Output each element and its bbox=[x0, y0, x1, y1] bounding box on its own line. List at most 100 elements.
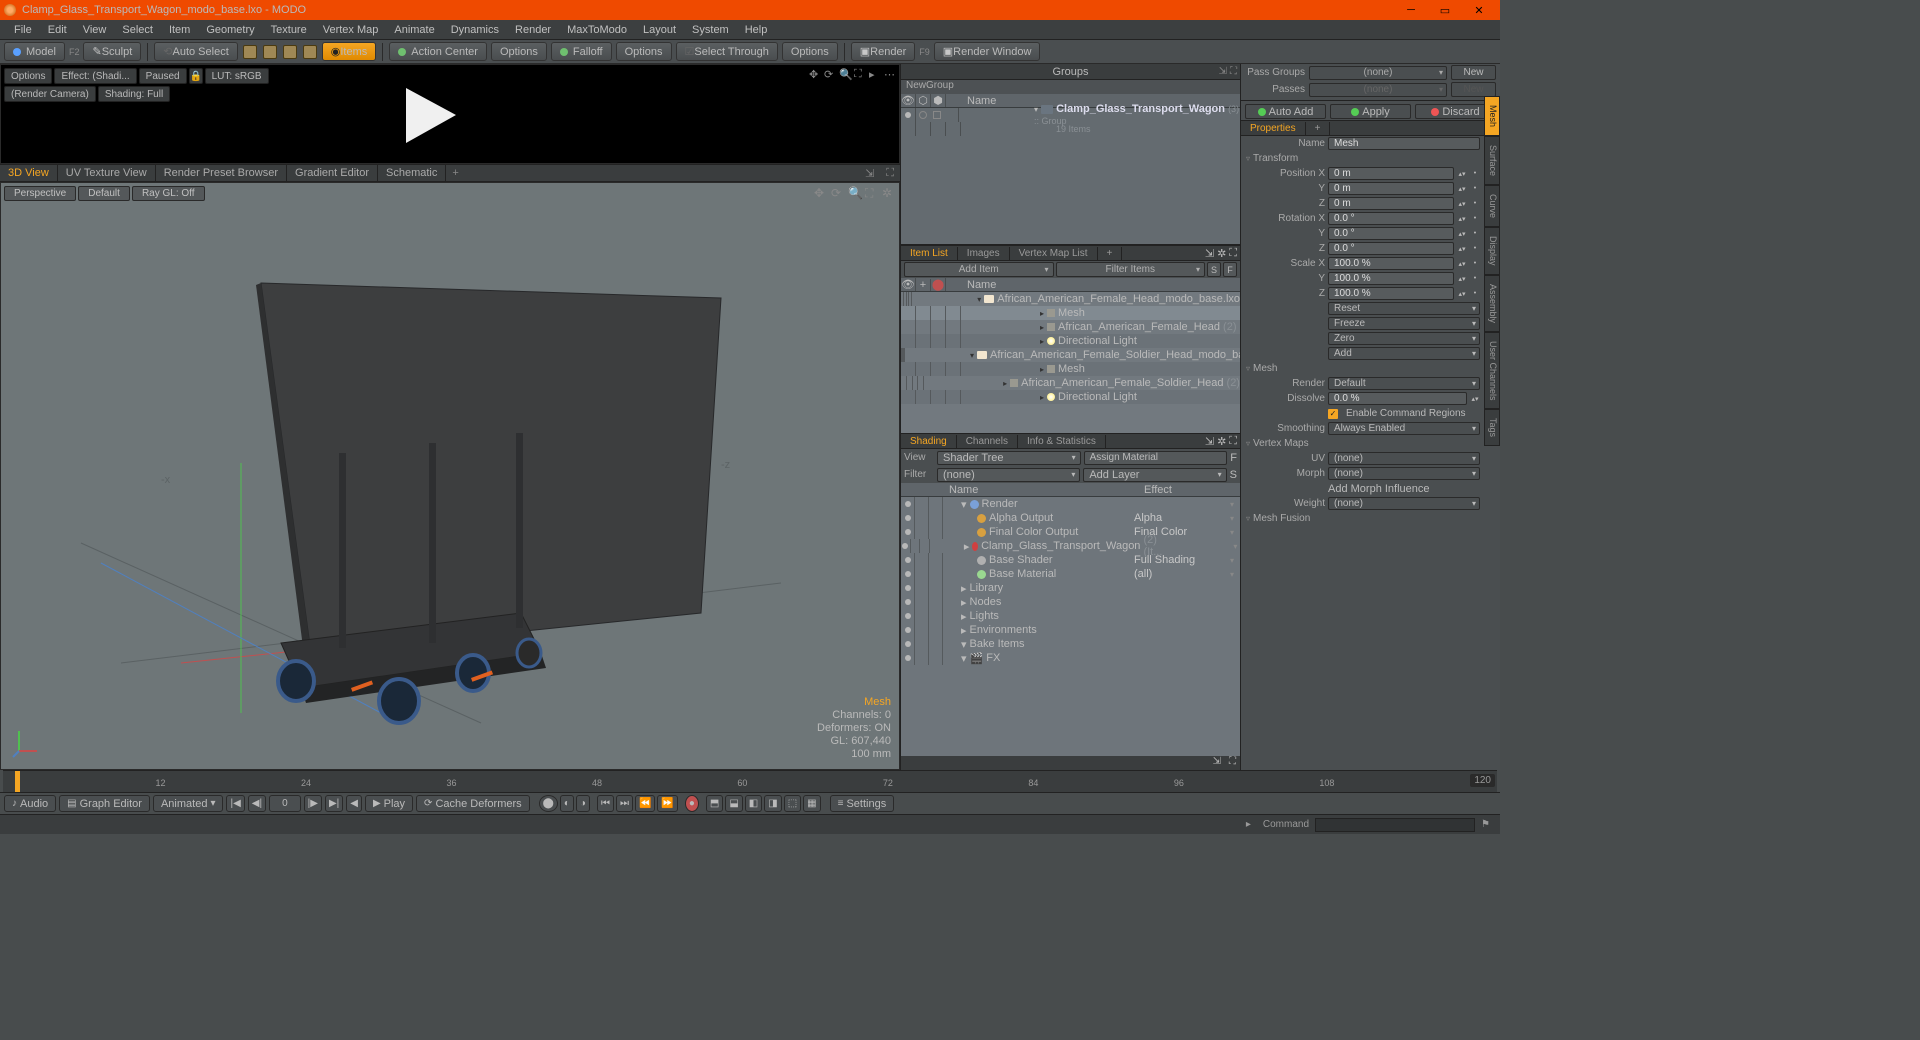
vert-mode-icon[interactable] bbox=[243, 45, 257, 59]
apply-button[interactable]: Apply bbox=[1330, 104, 1411, 119]
rotate-icon[interactable]: ⟳ bbox=[824, 68, 836, 80]
filter-dropdown[interactable]: Filter Items bbox=[1056, 262, 1206, 277]
menu-texture[interactable]: Texture bbox=[263, 24, 315, 36]
menu-maxtomodo[interactable]: MaxToModo bbox=[559, 24, 635, 36]
addlayer-dropdown[interactable]: Add Layer▾ bbox=[1083, 468, 1226, 482]
search-icon[interactable]: S bbox=[1207, 262, 1221, 277]
search-icon[interactable]: S bbox=[1230, 469, 1237, 481]
menu-animate[interactable]: Animate bbox=[386, 24, 442, 36]
menu-edit[interactable]: Edit bbox=[40, 24, 75, 36]
smoothing-dropdown[interactable]: Always Enabled bbox=[1328, 422, 1480, 435]
menu-geometry[interactable]: Geometry bbox=[198, 24, 262, 36]
add-tab-icon[interactable]: + bbox=[446, 167, 464, 179]
vertexmaps-section[interactable]: Vertex Maps bbox=[1241, 436, 1484, 451]
pan-icon[interactable]: ✥ bbox=[809, 68, 821, 80]
eye-icon[interactable] bbox=[905, 599, 911, 605]
transform-section[interactable]: Transform bbox=[1241, 151, 1484, 166]
sidetab-curve[interactable]: Curve bbox=[1484, 185, 1500, 227]
options3-button[interactable]: Options bbox=[782, 42, 838, 61]
eye-icon[interactable] bbox=[905, 655, 911, 661]
chevron-icon[interactable]: ▸ bbox=[1003, 379, 1007, 388]
eye-icon[interactable] bbox=[905, 529, 911, 535]
menu-vertexmap[interactable]: Vertex Map bbox=[315, 24, 387, 36]
key3-icon[interactable]: ◑ bbox=[576, 795, 590, 812]
addmorph-button[interactable]: Add Morph Influence bbox=[1328, 483, 1430, 495]
maximize-button[interactable]: ▭ bbox=[1428, 1, 1462, 19]
itemlist-row[interactable]: ▸ Mesh bbox=[901, 362, 1240, 376]
playrev-button[interactable]: ◀ bbox=[346, 795, 362, 812]
more-icon[interactable]: ⋯ bbox=[884, 68, 896, 80]
shader-row[interactable]: ▸ Nodes bbox=[901, 595, 1240, 609]
collapse-icon[interactable]: ⇲ bbox=[1205, 247, 1214, 260]
uv-dropdown[interactable]: (none) bbox=[1328, 452, 1480, 465]
scaley-input[interactable]: 100.0 % bbox=[1328, 272, 1454, 285]
menu-layout[interactable]: Layout bbox=[635, 24, 684, 36]
sidetab-surface[interactable]: Surface bbox=[1484, 136, 1500, 185]
additem-dropdown[interactable]: Add Item bbox=[904, 262, 1054, 277]
new-button[interactable]: New bbox=[1451, 65, 1496, 80]
itemlist-row[interactable]: ▸ African_American_Female_Soldier_Head (… bbox=[901, 376, 1240, 390]
maximize-icon[interactable]: ⛶ bbox=[854, 68, 866, 80]
menu-system[interactable]: System bbox=[684, 24, 737, 36]
tab-renderpreset[interactable]: Render Preset Browser bbox=[156, 165, 287, 181]
preview-camera[interactable]: (Render Camera) bbox=[4, 86, 96, 102]
itemlist-row[interactable]: ▾ African_American_Female_Soldier_Head_m… bbox=[901, 348, 1240, 362]
eye-icon[interactable] bbox=[905, 515, 911, 521]
tab-schematic[interactable]: Schematic bbox=[378, 165, 446, 181]
zero-dropdown[interactable]: Zero bbox=[1328, 332, 1480, 345]
preview-effect[interactable]: Effect: (Shadi... bbox=[54, 68, 136, 84]
minimize-button[interactable]: ─ bbox=[1394, 1, 1428, 19]
chevron-icon[interactable]: ▸ bbox=[961, 582, 967, 595]
reset-dropdown[interactable]: Reset bbox=[1328, 302, 1480, 315]
freeze-dropdown[interactable]: Freeze bbox=[1328, 317, 1480, 330]
tab-vertexmaplist[interactable]: Vertex Map List bbox=[1010, 247, 1098, 260]
expand-icon[interactable]: ⛶ bbox=[1230, 66, 1237, 77]
eye-icon[interactable] bbox=[905, 641, 911, 647]
rotx-input[interactable]: 0.0 ° bbox=[1328, 212, 1454, 225]
menu-render[interactable]: Render bbox=[507, 24, 559, 36]
newgroup-button[interactable]: NewGroup bbox=[901, 80, 1240, 94]
spinner-icon[interactable]: ▴▾ bbox=[1457, 167, 1467, 180]
posz-input[interactable]: 0 m bbox=[1328, 197, 1454, 210]
scalez-input[interactable]: 100.0 % bbox=[1328, 287, 1454, 300]
gear-icon[interactable]: ✲ bbox=[1217, 435, 1226, 448]
shadertree-dropdown[interactable]: Shader Tree▾ bbox=[937, 451, 1081, 465]
options1-button[interactable]: Options bbox=[491, 42, 547, 61]
frame-field[interactable]: 0 bbox=[269, 795, 301, 812]
skip4-icon[interactable]: ⏩ bbox=[657, 795, 677, 812]
skip2-icon[interactable]: ⏭ bbox=[616, 795, 633, 812]
eye-icon[interactable] bbox=[905, 557, 911, 563]
chevron-icon[interactable]: ▸ bbox=[1040, 323, 1044, 332]
menu-file[interactable]: File bbox=[6, 24, 40, 36]
filter-f-icon[interactable]: F bbox=[1230, 452, 1237, 464]
render-dropdown[interactable]: Default bbox=[1328, 377, 1480, 390]
itemlist-row[interactable]: ▸ Mesh bbox=[901, 306, 1240, 320]
mesh-section[interactable]: Mesh bbox=[1241, 361, 1484, 376]
shader-row[interactable]: ▾ Render▾ bbox=[901, 497, 1240, 511]
expand-icon[interactable]: ⛶ bbox=[1229, 247, 1237, 260]
play-icon[interactable] bbox=[401, 88, 461, 143]
shader-row[interactable]: ▾ Bake Items bbox=[901, 637, 1240, 651]
lock-icon[interactable]: 🔒 bbox=[189, 68, 203, 84]
eye-icon[interactable] bbox=[905, 501, 911, 507]
tab-3dview[interactable]: 3D View bbox=[0, 165, 58, 181]
chevron-icon[interactable]: ▾ bbox=[977, 295, 981, 304]
model-button[interactable]: Model bbox=[4, 42, 65, 61]
selectthrough-button[interactable]: ☑ Select Through bbox=[676, 42, 778, 61]
roty-input[interactable]: 0.0 ° bbox=[1328, 227, 1454, 240]
chevron-icon[interactable]: ▾ bbox=[961, 498, 967, 511]
shader-row[interactable]: Base ShaderFull Shading▾ bbox=[901, 553, 1240, 567]
grapheditor-button[interactable]: ▤ Graph Editor bbox=[59, 795, 150, 812]
skip3-icon[interactable]: ⏪ bbox=[635, 795, 655, 812]
eye-icon[interactable] bbox=[905, 585, 911, 591]
itemlist-row[interactable]: ▸ African_American_Female_Head (2) bbox=[901, 320, 1240, 334]
sidetab-tags[interactable]: Tags bbox=[1484, 409, 1500, 446]
menu-view[interactable]: View bbox=[75, 24, 115, 36]
mat-mode-icon[interactable] bbox=[303, 45, 317, 59]
passgroups-dropdown[interactable]: (none) bbox=[1309, 66, 1447, 80]
sidetab-mesh[interactable]: Mesh bbox=[1484, 96, 1500, 136]
t5-icon[interactable]: ⬚ bbox=[784, 795, 801, 812]
sidetab-userchannels[interactable]: User Channels bbox=[1484, 332, 1500, 410]
expand-icon[interactable]: ⛶ bbox=[880, 167, 900, 180]
cachedeformers-button[interactable]: ⟳ Cache Deformers bbox=[416, 795, 530, 812]
